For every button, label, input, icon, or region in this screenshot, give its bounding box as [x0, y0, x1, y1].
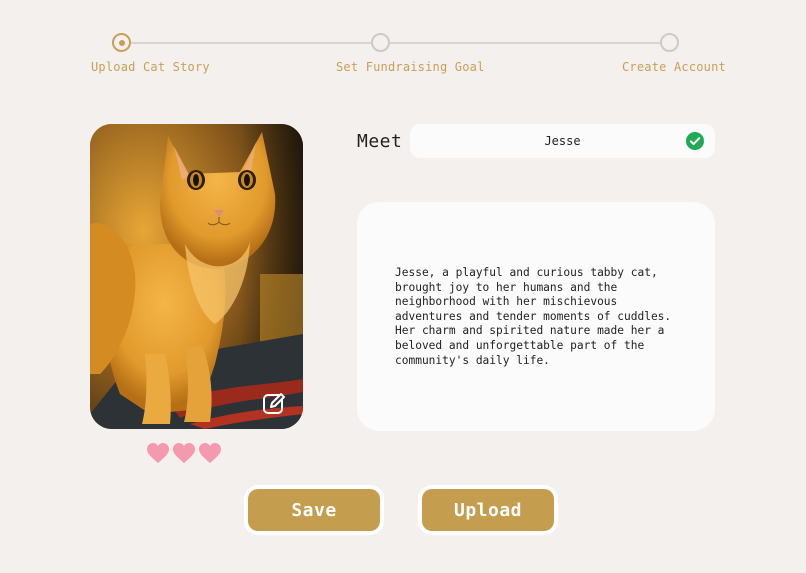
step-3-indicator[interactable]	[660, 33, 679, 52]
step-2-indicator[interactable]	[371, 33, 390, 52]
save-button[interactable]: Save	[244, 485, 384, 535]
cat-photo	[90, 124, 303, 429]
edit-icon[interactable]	[261, 391, 287, 417]
heart-icon[interactable]	[146, 442, 170, 464]
step-1-label: Upload Cat Story	[91, 60, 210, 74]
step-3-label: Create Account	[622, 60, 726, 74]
cat-story-textarea[interactable]: Jesse, a playful and curious tabby cat, …	[357, 202, 715, 431]
step-2-label: Set Fundraising Goal	[336, 60, 485, 74]
cat-story-text[interactable]: Jesse, a playful and curious tabby cat, …	[395, 266, 695, 368]
check-circle-icon	[686, 132, 704, 150]
progress-stepper: Upload Cat Story Set Fundraising Goal Cr…	[0, 0, 806, 90]
stepper-line-1	[131, 42, 371, 44]
stepper-line-2	[389, 42, 661, 44]
cat-photo-image	[90, 124, 303, 429]
upload-button[interactable]: Upload	[418, 485, 558, 535]
cat-name-value[interactable]: Jesse	[410, 124, 715, 158]
heart-icon[interactable]	[172, 442, 196, 464]
meet-label: Meet	[357, 131, 403, 152]
step-1-indicator[interactable]	[112, 33, 131, 52]
save-button-label[interactable]: Save	[248, 489, 380, 531]
cat-name-field[interactable]: Jesse	[410, 124, 715, 158]
upload-button-label[interactable]: Upload	[422, 489, 554, 531]
heart-icon[interactable]	[198, 442, 222, 464]
hearts-rating	[146, 442, 222, 466]
